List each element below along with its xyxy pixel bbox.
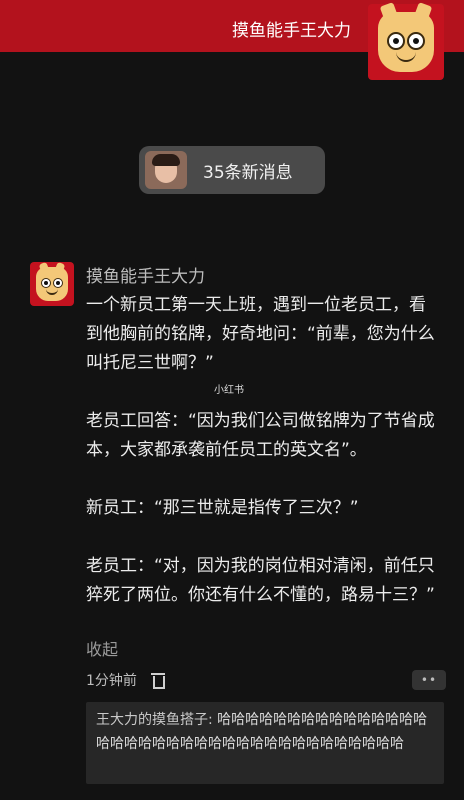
post-meta: 1分钟前	[86, 669, 165, 691]
watermark: 小红书	[214, 385, 244, 396]
post-paragraph: 一个新员工第一天上班，遇到一位老员工，看到他胸前的铭牌，好奇地问：“前辈，您为什…	[86, 295, 435, 373]
cartoon-dog-icon	[378, 2, 434, 72]
trash-icon[interactable]	[150, 672, 165, 689]
timestamp: 1分钟前	[86, 673, 137, 689]
post-paragraph: 老员工：“对，因为我的岗位相对清闲，前任只猝死了两位。你还有什么不懂的，路易十三…	[86, 556, 435, 605]
collapse-link[interactable]: 收起	[86, 636, 118, 660]
author-avatar[interactable]	[30, 261, 74, 306]
cartoon-dog-icon	[36, 261, 68, 301]
profile-avatar[interactable]	[368, 2, 444, 80]
reply-username[interactable]: 王大力的摸鱼搭子:	[96, 712, 213, 728]
new-messages-label: 35条新消息	[203, 162, 293, 183]
reply-content: 王大力的摸鱼搭子: 哈哈哈哈哈哈哈哈哈哈哈哈哈哈哈哈哈哈哈哈哈哈哈哈哈哈哈哈哈哈…	[96, 708, 440, 756]
post-body: 一个新员工第一天上班，遇到一位老员工，看到他胸前的铭牌，好奇地问：“前辈，您为什…	[86, 291, 442, 639]
more-options-button[interactable]: ••	[412, 670, 446, 690]
post-paragraph: 新员工：“那三世就是指传了三次？”	[86, 498, 359, 518]
header-title: 摸鱼能手王大力	[232, 21, 351, 41]
sender-avatar	[145, 151, 187, 189]
author-name[interactable]: 摸鱼能手王大力	[86, 262, 205, 287]
reply-comment[interactable]: 王大力的摸鱼搭子: 哈哈哈哈哈哈哈哈哈哈哈哈哈哈哈哈哈哈哈哈哈哈哈哈哈哈哈哈哈哈…	[86, 702, 444, 784]
post-paragraph: 老员工回答：“因为我们公司做铭牌为了节省成本，大家都承袭前任员工的英文名”。	[86, 411, 435, 460]
new-messages-button[interactable]: 35条新消息	[139, 146, 325, 194]
